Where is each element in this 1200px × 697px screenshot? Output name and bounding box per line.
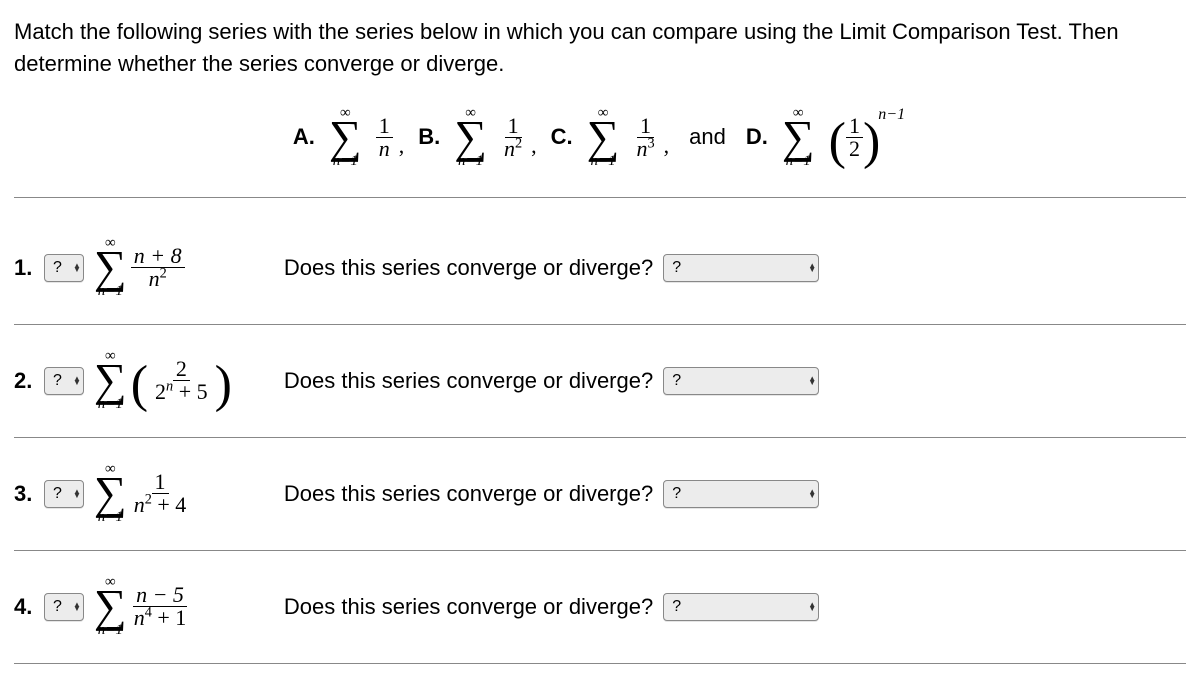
match-select-4[interactable]: ? ▲▼ (44, 593, 84, 621)
match-select-2[interactable]: ? ▲▼ (44, 367, 84, 395)
option-d-label: D. (746, 124, 768, 150)
stepper-icon: ▲▼ (73, 377, 81, 385)
option-a-label: A. (293, 124, 315, 150)
comparison-options-row: A. ∞ ∑ n=1 1 n , B. ∞ ∑ n=1 1 n2 , C. ∞ … (14, 106, 1186, 169)
stepper-icon: ▲▼ (808, 264, 816, 272)
comma: , (399, 133, 405, 159)
sigma-d: ∞ ∑ n=1 (782, 106, 815, 169)
series-expr-1: ∞ ∑ n=1 n + 8 n2 (94, 236, 264, 299)
converge-question-text: Does this series converge or diverge? (284, 255, 653, 281)
stepper-icon: ▲▼ (73, 603, 81, 611)
question-number: 2. (14, 368, 34, 394)
option-b-label: B. (418, 124, 440, 150)
option-b-fraction: 1 n2 (501, 115, 525, 160)
stepper-icon: ▲▼ (73, 490, 81, 498)
match-select-3[interactable]: ? ▲▼ (44, 480, 84, 508)
question-row-1: 1. ? ▲▼ ∞ ∑ n=1 n + 8 n2 Does this serie… (14, 212, 1186, 325)
question-row-4: 4. ? ▲▼ ∞ ∑ n=1 n − 5 n4 + 1 Does this s… (14, 551, 1186, 664)
option-c-fraction: 1 n3 (633, 115, 657, 160)
sigma-a: ∞ ∑ n=1 (329, 106, 362, 169)
stepper-icon: ▲▼ (808, 377, 816, 385)
option-d-expr: ( 1 2 ) n−1 (829, 115, 907, 160)
comma: , (531, 133, 537, 159)
question-number: 1. (14, 255, 34, 281)
series-expr-3: ∞ ∑ n=1 1 n2 + 4 (94, 462, 264, 525)
question-row-3: 3. ? ▲▼ ∞ ∑ n=1 1 n2 + 4 Does this serie… (14, 438, 1186, 551)
question-number: 4. (14, 594, 34, 620)
comma: , (664, 133, 670, 159)
option-a-fraction: 1 n (376, 115, 393, 160)
converge-select-4[interactable]: ? ▲▼ (663, 593, 819, 621)
converge-select-3[interactable]: ? ▲▼ (663, 480, 819, 508)
series-expr-4: ∞ ∑ n=1 n − 5 n4 + 1 (94, 575, 264, 638)
stepper-icon: ▲▼ (73, 264, 81, 272)
instructions-text: Match the following series with the seri… (14, 16, 1186, 80)
divider (14, 197, 1186, 198)
converge-select-1[interactable]: ? ▲▼ (663, 254, 819, 282)
series-expr-2: ∞ ∑ n=1 ( 2 2n + 5 ) (94, 349, 264, 412)
converge-question-text: Does this series converge or diverge? (284, 481, 653, 507)
stepper-icon: ▲▼ (808, 603, 816, 611)
sigma-c: ∞ ∑ n=1 (587, 106, 620, 169)
question-number: 3. (14, 481, 34, 507)
match-select-1[interactable]: ? ▲▼ (44, 254, 84, 282)
converge-question-text: Does this series converge or diverge? (284, 368, 653, 394)
question-row-2: 2. ? ▲▼ ∞ ∑ n=1 ( 2 2n + 5 ) Does this s… (14, 325, 1186, 438)
converge-question-text: Does this series converge or diverge? (284, 594, 653, 620)
stepper-icon: ▲▼ (808, 490, 816, 498)
sigma-b: ∞ ∑ n=1 (454, 106, 487, 169)
converge-select-2[interactable]: ? ▲▼ (663, 367, 819, 395)
and-word: and (689, 124, 726, 150)
option-c-label: C. (551, 124, 573, 150)
